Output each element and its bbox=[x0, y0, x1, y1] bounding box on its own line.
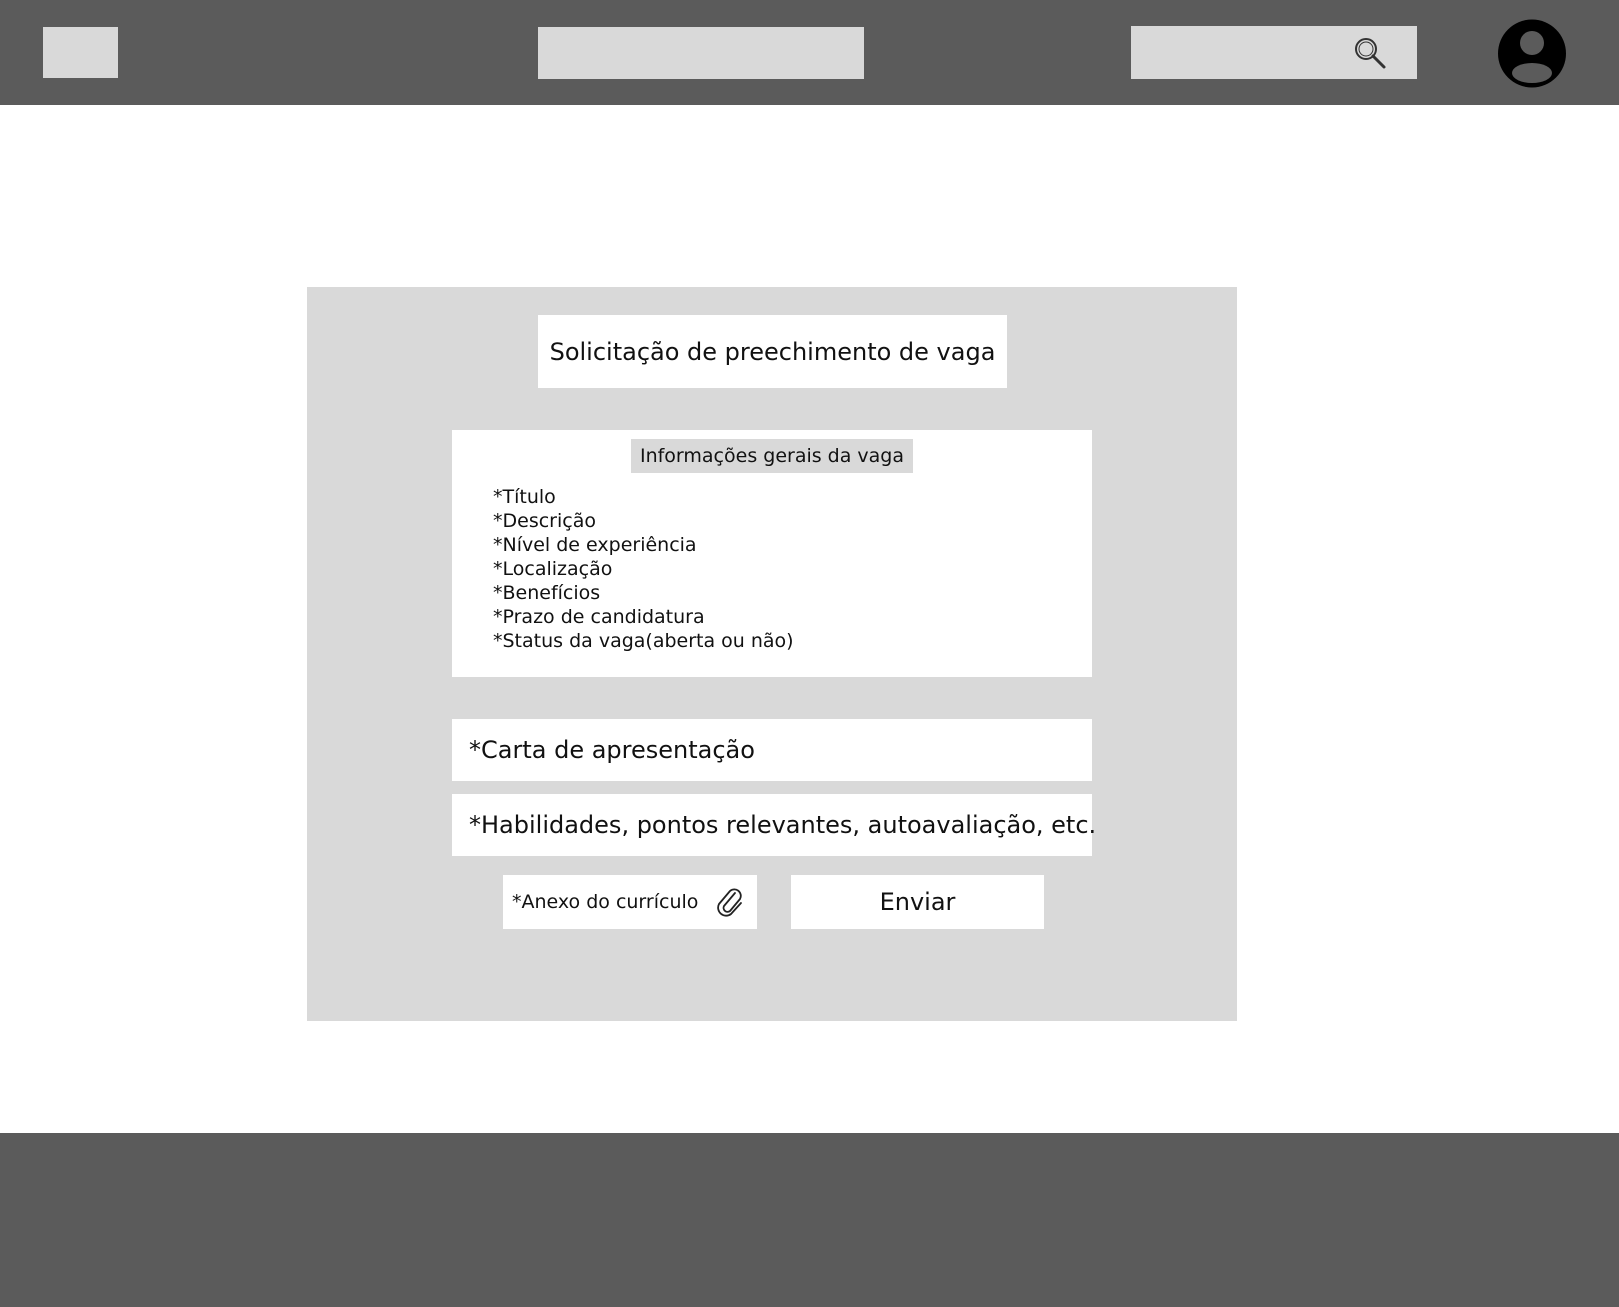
job-info-list: *Título *Descrição *Nível de experiência… bbox=[493, 485, 794, 653]
cover-letter-field[interactable]: *Carta de apresentação bbox=[452, 719, 1092, 781]
paperclip-icon[interactable] bbox=[715, 886, 745, 918]
skills-placeholder: *Habilidades, pontos relevantes, autoava… bbox=[469, 811, 1097, 839]
list-item: *Nível de experiência bbox=[493, 534, 697, 556]
skills-field[interactable]: *Habilidades, pontos relevantes, autoava… bbox=[452, 794, 1096, 856]
search-icon[interactable] bbox=[1353, 36, 1387, 70]
form-title: Solicitação de preechimento de vaga bbox=[538, 315, 1007, 388]
list-item: *Benefícios bbox=[493, 582, 601, 604]
list-item: *Prazo de candidatura bbox=[493, 606, 705, 628]
cover-letter-placeholder: *Carta de apresentação bbox=[469, 736, 755, 764]
resume-attachment-label: *Anexo do currículo bbox=[512, 891, 699, 913]
list-item: *Status da vaga(aberta ou não) bbox=[493, 630, 794, 652]
job-info-heading: Informações gerais da vaga bbox=[631, 439, 913, 473]
list-item: *Descrição bbox=[493, 510, 596, 532]
user-avatar-icon[interactable] bbox=[1497, 19, 1567, 88]
submit-button[interactable]: Enviar bbox=[791, 875, 1044, 929]
list-item: *Título bbox=[493, 486, 556, 508]
footer bbox=[0, 1133, 1619, 1307]
list-item: *Localização bbox=[493, 558, 613, 580]
nav-menu-placeholder[interactable] bbox=[538, 27, 864, 79]
logo-placeholder[interactable] bbox=[43, 27, 118, 78]
